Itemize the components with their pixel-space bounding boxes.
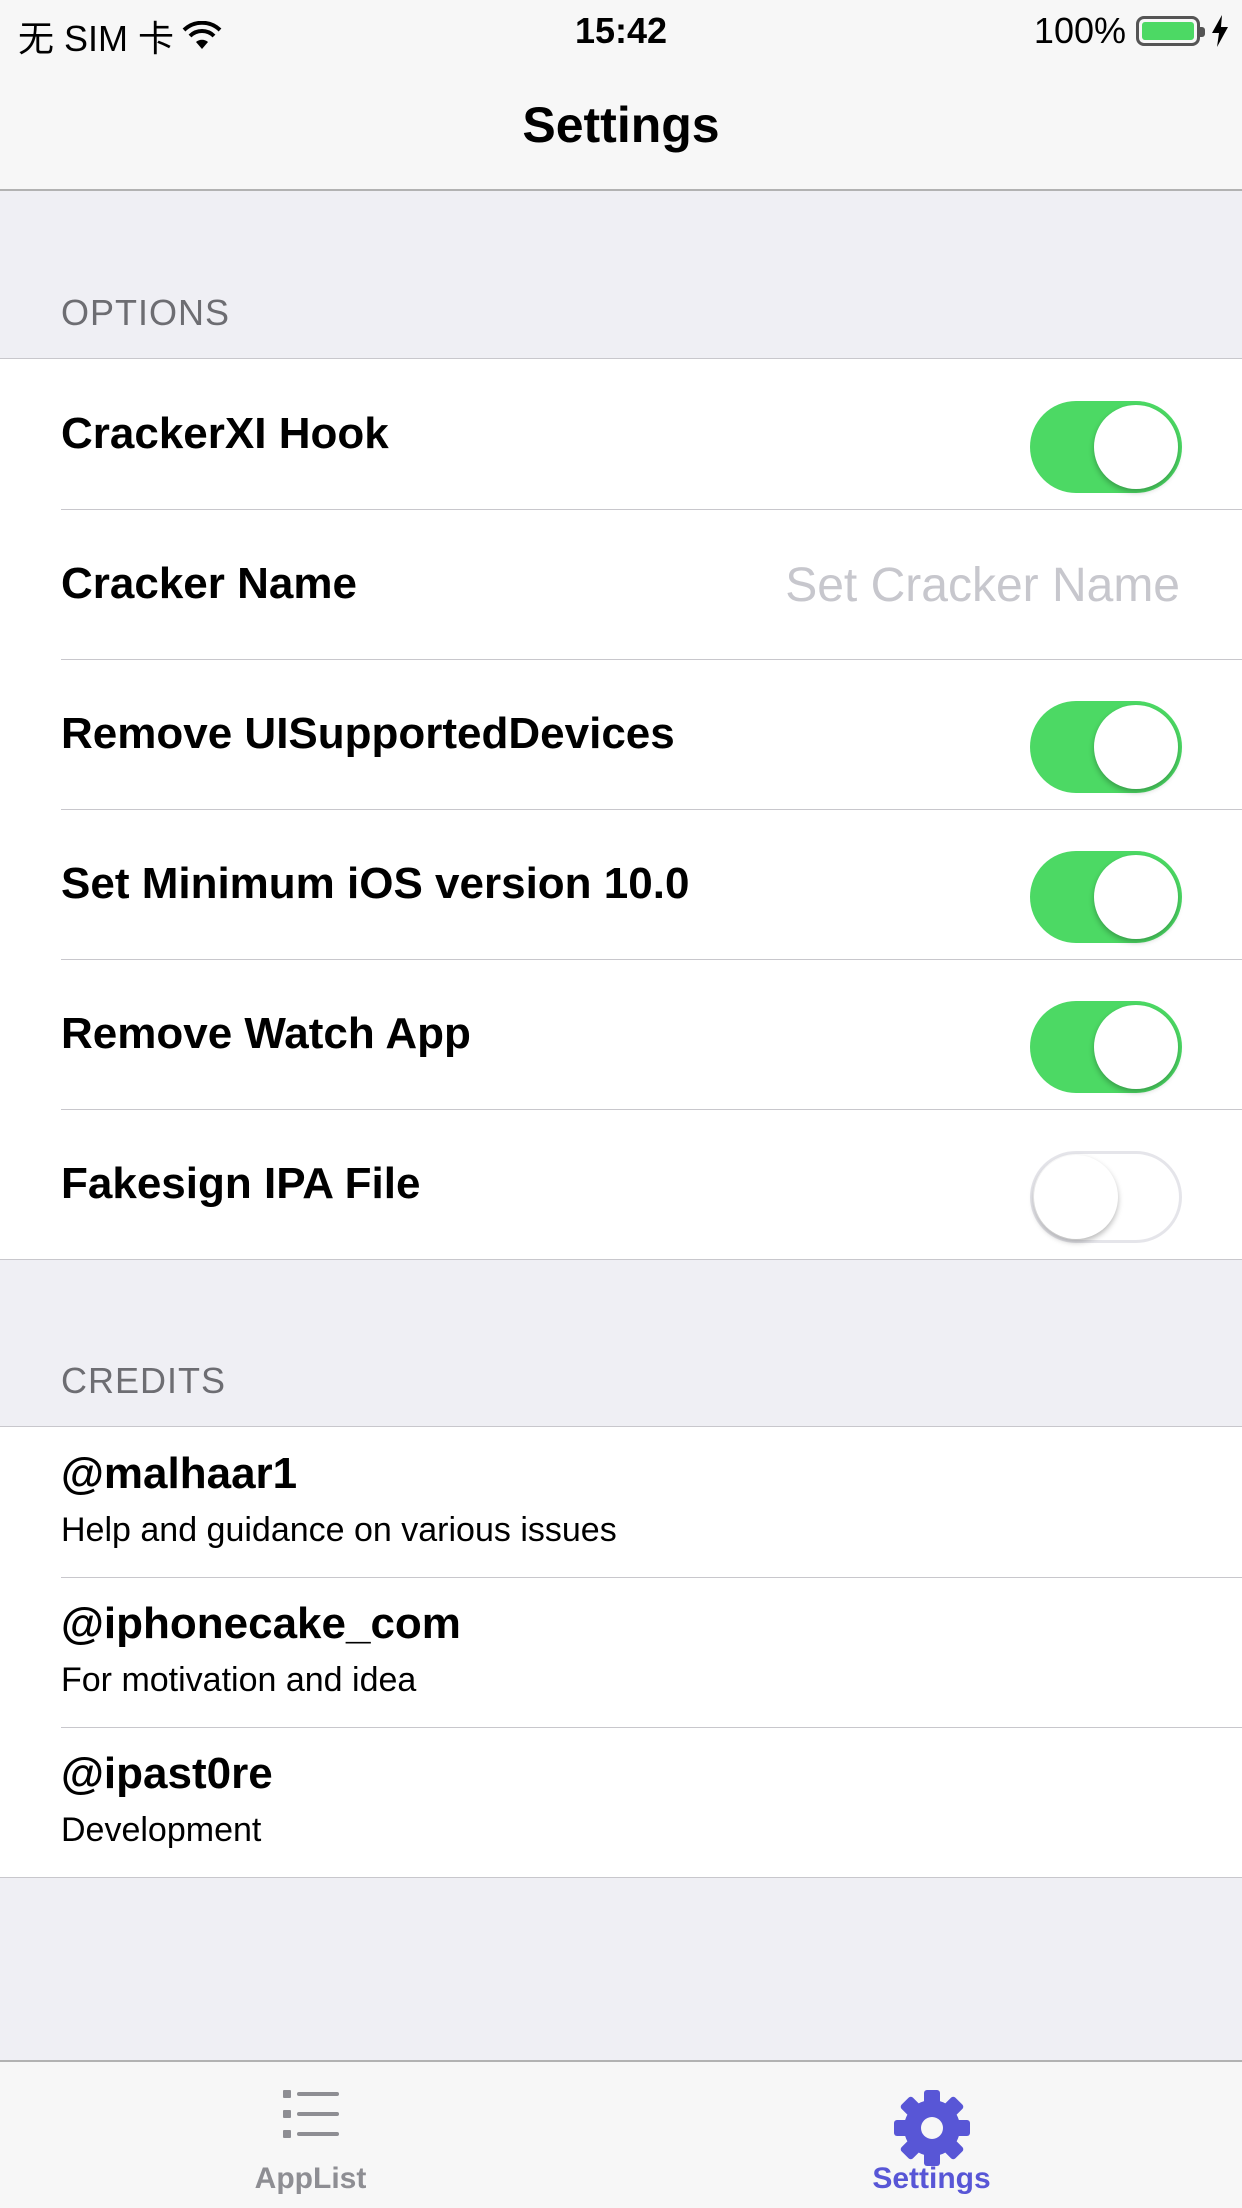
status-bar: 无 SIM 卡 15:42 100% [0,0,1242,60]
option-label: CrackerXI Hook [61,409,389,458]
crackerxi-hook-switch[interactable] [1030,401,1182,493]
option-row-minimum-ios: Set Minimum iOS version 10.0 [0,809,1242,959]
option-label: Remove UISupportedDevices [61,709,675,758]
page-title: Settings [522,97,720,153]
battery-fill [1142,22,1194,40]
option-row-crackerxi-hook: CrackerXI Hook [0,359,1242,509]
tab-settings[interactable]: Settings [621,2062,1242,2208]
options-group: CrackerXI Hook Cracker Name Remove UISup… [0,358,1242,1260]
battery-icon [1136,16,1205,46]
credit-subtitle: Help and guidance on various issues [61,1511,617,1549]
option-label: Fakesign IPA File [61,1159,421,1208]
credit-row[interactable]: @malhaar1 Help and guidance on various i… [0,1427,1242,1577]
remove-uisupporteddevices-switch[interactable] [1030,701,1182,793]
credit-row[interactable]: @iphonecake_com For motivation and idea [0,1577,1242,1727]
option-row-cracker-name: Cracker Name [0,509,1242,659]
switch-knob [1034,1155,1118,1239]
option-label: Cracker Name [61,559,357,608]
option-row-fakesign-ipa: Fakesign IPA File [0,1109,1242,1259]
switch-knob [1094,1005,1178,1089]
gear-icon [893,2090,970,2166]
navigation-bar: Settings [0,60,1242,191]
minimum-ios-switch[interactable] [1030,851,1182,943]
remove-watch-app-switch[interactable] [1030,1001,1182,1093]
credit-title: @ipast0re [61,1749,273,1798]
option-row-remove-uisupporteddevices: Remove UISupportedDevices [0,659,1242,809]
option-row-remove-watch-app: Remove Watch App [0,959,1242,1109]
credits-group: @malhaar1 Help and guidance on various i… [0,1426,1242,1878]
tab-applist-label: AppList [254,2162,367,2195]
options-section-header: OPTIONS [61,292,231,333]
list-icon [282,2090,339,2138]
cracker-name-input[interactable] [578,553,1182,617]
switch-knob [1094,855,1178,939]
charging-bolt-icon [1212,15,1228,47]
credit-subtitle: Development [61,1811,262,1849]
battery-info: 100% [1034,10,1230,52]
credit-title: @malhaar1 [61,1449,298,1498]
option-label: Set Minimum iOS version 10.0 [61,859,690,908]
option-label: Remove Watch App [61,1009,471,1058]
switch-knob [1094,405,1178,489]
credit-title: @iphonecake_com [61,1599,461,1648]
fakesign-ipa-switch[interactable] [1030,1151,1182,1243]
battery-percent: 100% [1033,10,1126,51]
credits-section-header: CREDITS [61,1360,227,1401]
tab-settings-label: Settings [872,2162,991,2195]
credit-subtitle: For motivation and idea [61,1661,417,1699]
tab-bar: AppList Settings [0,2060,1242,2208]
tab-applist[interactable]: AppList [0,2062,621,2208]
switch-knob [1094,705,1178,789]
credit-row[interactable]: @ipast0re Development [0,1727,1242,1877]
